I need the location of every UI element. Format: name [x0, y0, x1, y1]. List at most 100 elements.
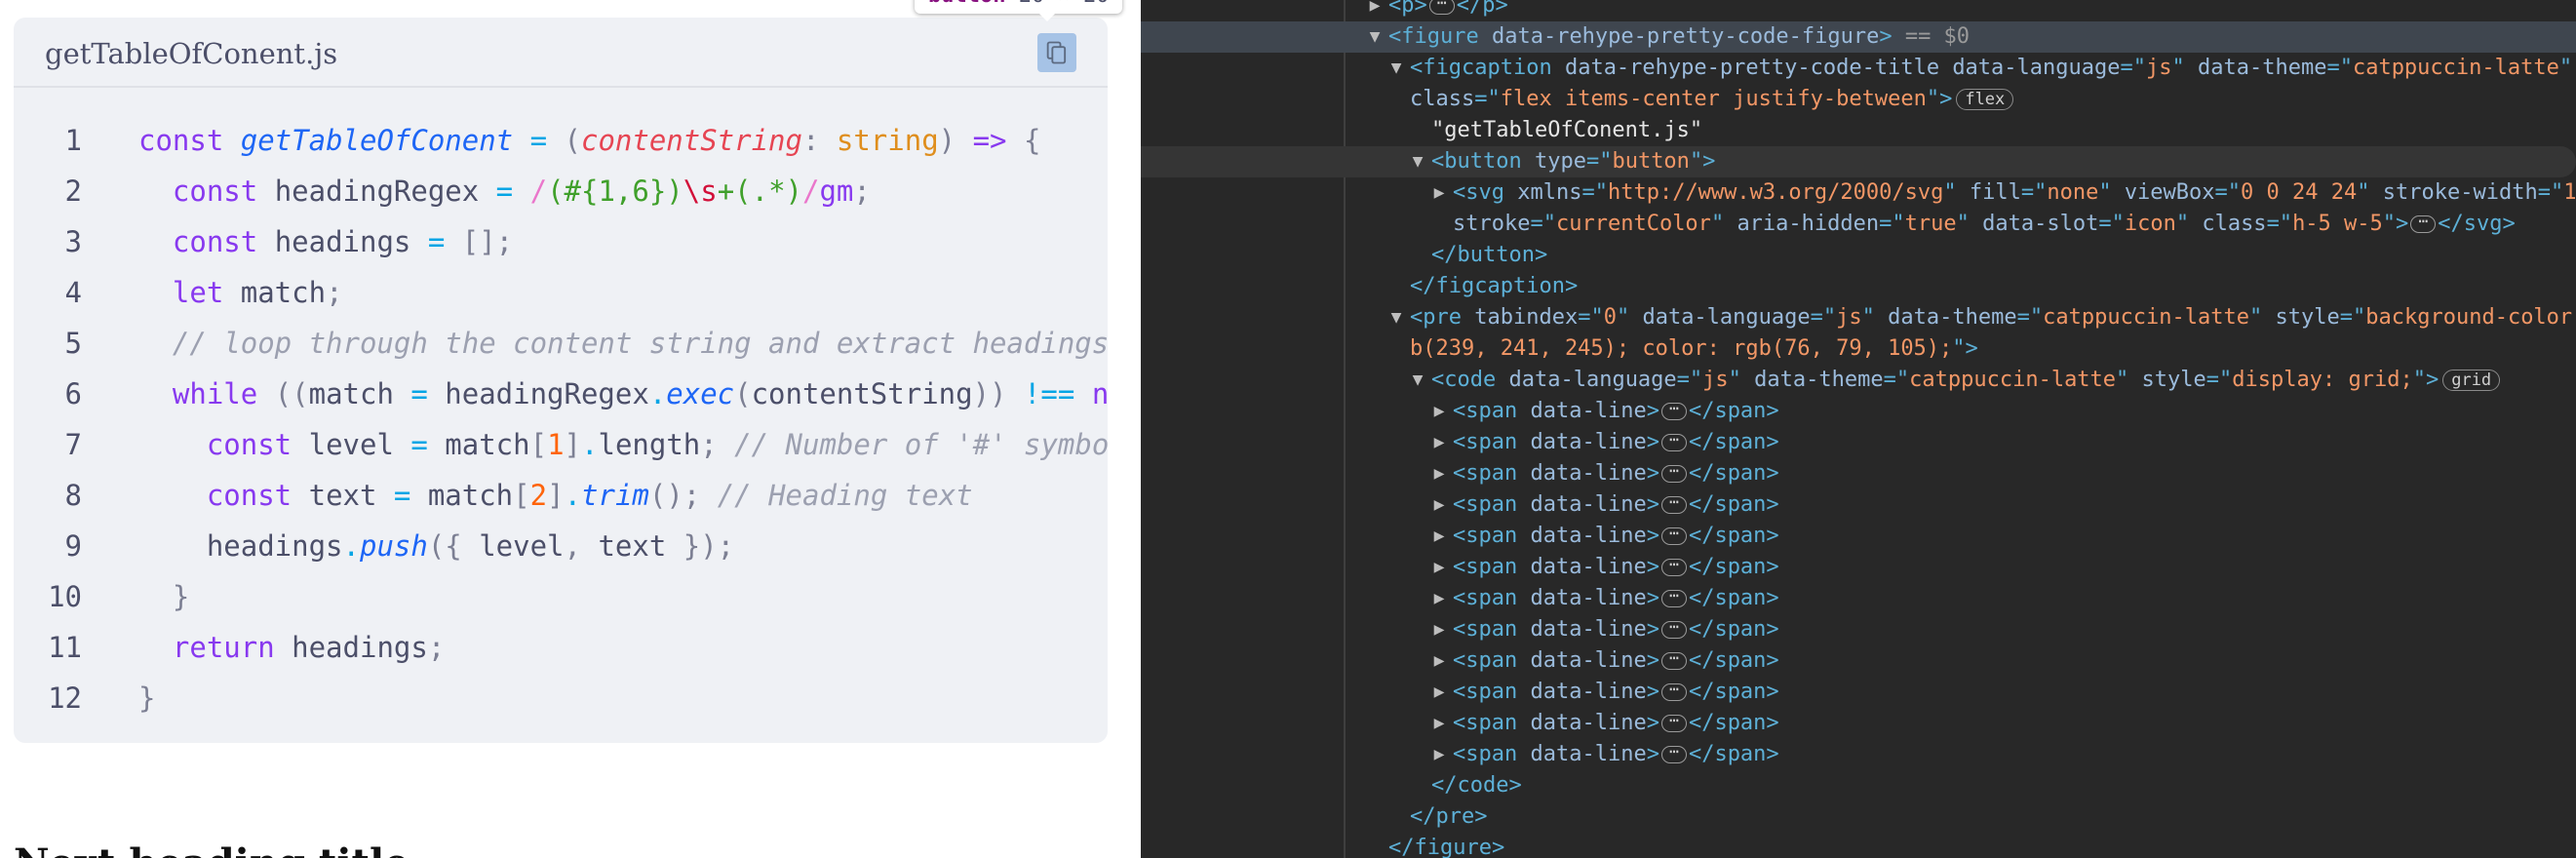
dom-token: h-5 w-5 — [2292, 212, 2383, 236]
expand-triangle-icon[interactable]: ▶ — [1429, 677, 1449, 708]
ellipsis-icon[interactable]: ⋯ — [1660, 713, 1687, 732]
code-token: ( — [564, 124, 581, 157]
dom-node-selected[interactable]: ▼ <figure data-rehype-pretty-code-figure>… — [1141, 21, 2576, 53]
dom-node[interactable]: </figure> — [1141, 833, 2576, 858]
dom-token: > — [1646, 586, 1659, 610]
dom-token: </span> — [1688, 742, 1779, 766]
ellipsis-icon[interactable]: ⋯ — [1660, 526, 1687, 545]
expand-triangle-icon[interactable]: ▶ — [1429, 739, 1449, 770]
dom-token: data-line — [1530, 586, 1647, 610]
dom-token: data-line — [1530, 555, 1647, 579]
dom-node[interactable]: </figcaption> — [1141, 271, 2576, 302]
dom-token: </span> — [1688, 617, 1779, 642]
expand-triangle-icon[interactable]: ▶ — [1429, 177, 1449, 209]
dom-token: </p> — [1456, 0, 1508, 18]
dom-node[interactable]: ▶ <span data-line> ⋯ </span> — [1141, 708, 2576, 739]
expand-triangle-icon[interactable]: ▶ — [1429, 489, 1449, 521]
expand-triangle-icon[interactable]: ▶ — [1429, 552, 1449, 583]
dom-node[interactable]: </code> — [1141, 770, 2576, 801]
dom-node[interactable]: ▶ <span data-line> ⋯ </span> — [1141, 458, 2576, 489]
dom-token: data-line — [1530, 524, 1647, 548]
dom-node[interactable]: "getTableOfConent.js" — [1141, 115, 2576, 146]
ellipsis-icon[interactable]: ⋯ — [1660, 557, 1687, 576]
expand-triangle-icon[interactable]: ▶ — [1365, 0, 1385, 21]
collapse-triangle-icon[interactable]: ▼ — [1386, 302, 1406, 333]
dom-node[interactable]: ▶ <svg xmlns="http://www.w3.org/2000/svg"… — [1141, 177, 2576, 209]
dom-node[interactable]: </button> — [1141, 240, 2576, 271]
expand-triangle-icon[interactable]: ▶ — [1429, 583, 1449, 614]
expand-triangle-icon[interactable]: ▶ — [1429, 645, 1449, 677]
expand-triangle-icon[interactable]: ▶ — [1429, 521, 1449, 552]
dom-node[interactable]: ▶ <span data-line> ⋯ </span> — [1141, 645, 2576, 677]
dom-token: <button — [1431, 149, 1535, 174]
copy-button[interactable] — [1037, 33, 1076, 72]
code-token: const — [206, 428, 309, 461]
ellipsis-icon[interactable]: ⋯ — [1660, 432, 1687, 451]
expand-triangle-icon[interactable]: ▶ — [1429, 396, 1449, 427]
dom-node[interactable]: </pre> — [1141, 801, 2576, 833]
ellipsis-icon[interactable]: ⋯ — [2410, 214, 2437, 233]
code-token: ( — [547, 175, 565, 208]
dom-node[interactable]: ▼ <code data-language="js" data-theme="ca… — [1141, 365, 2576, 396]
dom-node[interactable]: ▶ <span data-line> ⋯ </span> — [1141, 489, 2576, 521]
dom-node[interactable]: ▶ <span data-line> ⋯ </span> — [1141, 552, 2576, 583]
expand-triangle-icon[interactable]: ▶ — [1429, 458, 1449, 489]
dom-node[interactable]: ▶ <span data-line> ⋯ </span> — [1141, 583, 2576, 614]
dom-node[interactable]: ▶ <p> ⋯ </p> — [1141, 0, 2576, 21]
dom-node[interactable]: ▶ <span data-line> ⋯ </span> — [1141, 521, 2576, 552]
dom-token: <span — [1453, 555, 1531, 579]
dom-token: <span — [1453, 617, 1531, 642]
dom-token: </span> — [1688, 430, 1779, 454]
dom-token: catppuccin-latte — [1909, 368, 2117, 392]
dom-token: js — [1836, 305, 1862, 330]
dom-node[interactable]: ▶ <span data-line> ⋯ </span> — [1141, 396, 2576, 427]
dom-node[interactable]: ▶ <span data-line> ⋯ </span> — [1141, 614, 2576, 645]
dom-token: </span> — [1688, 711, 1779, 735]
dom-node[interactable]: ▶ <span data-line> ⋯ </span> — [1141, 427, 2576, 458]
dom-node-text: <figcaption data-rehype-pretty-code-titl… — [1410, 53, 2572, 84]
collapse-triangle-icon[interactable]: ▼ — [1386, 53, 1406, 84]
code-token: (); — [648, 479, 718, 512]
dom-token: =" — [2020, 180, 2048, 205]
expand-triangle-icon[interactable]: ▶ — [1429, 614, 1449, 645]
dom-node[interactable]: ▼ <figcaption data-rehype-pretty-code-tit… — [1141, 53, 2576, 84]
collapse-triangle-icon[interactable]: ▼ — [1408, 365, 1427, 396]
dom-token: =" — [1578, 305, 1604, 330]
ellipsis-icon[interactable]: ⋯ — [1660, 619, 1687, 639]
dom-node[interactable]: ▼ <button type="button"> — [1141, 146, 2576, 177]
ellipsis-icon[interactable]: ⋯ — [1660, 650, 1687, 670]
tooltip-arrow — [1035, 10, 1059, 21]
ellipsis-icon[interactable]: ⋯ — [1660, 494, 1687, 514]
layout-badge[interactable]: grid — [2442, 370, 2501, 391]
dom-node[interactable]: ▶ <span data-line> ⋯ </span> — [1141, 677, 2576, 708]
page-pane: getTableOfConent.js 1 const getTableOfCon… — [0, 0, 1141, 858]
dom-node[interactable]: ▼ <pre tabindex="0" data-language="js" da… — [1141, 302, 2576, 333]
code-token: = — [393, 479, 428, 512]
collapse-triangle-icon[interactable]: ▼ — [1365, 21, 1385, 53]
ellipsis-icon[interactable]: ⋯ — [1660, 463, 1687, 483]
ellipsis-icon[interactable]: ⋯ — [1660, 682, 1687, 701]
code-text: while ((match = headingRegex.exec(conten… — [138, 369, 1108, 419]
dom-token: js — [2146, 56, 2172, 80]
dom-token: =" — [1810, 305, 1837, 330]
code-token: length — [598, 428, 701, 461]
dom-token: <svg — [1453, 180, 1518, 205]
ellipsis-icon[interactable]: ⋯ — [1660, 588, 1687, 607]
ellipsis-icon[interactable]: ⋯ — [1428, 0, 1455, 15]
dom-node[interactable]: b(239, 241, 245); color: rgb(76, 79, 105… — [1141, 333, 2576, 365]
collapse-triangle-icon[interactable]: ▼ — [1408, 146, 1427, 177]
ellipsis-icon[interactable]: ⋯ — [1660, 744, 1687, 763]
ellipsis-icon[interactable]: ⋯ — [1660, 401, 1687, 420]
dom-token: " — [2171, 56, 2198, 80]
code-token: ({ — [427, 529, 480, 563]
dom-token: data-slot — [1982, 212, 2099, 236]
dom-token: <span — [1453, 648, 1531, 673]
dom-token: true — [1904, 212, 1957, 236]
dom-node[interactable]: class="flex items-center justify-between… — [1141, 84, 2576, 115]
layout-badge[interactable]: flex — [1956, 89, 2014, 110]
dom-node[interactable]: stroke="currentColor" aria-hidden="true"… — [1141, 209, 2576, 240]
dom-node[interactable]: ▶ <span data-line> ⋯ </span> — [1141, 739, 2576, 770]
dom-node-text: stroke="currentColor" aria-hidden="true"… — [1453, 209, 2516, 240]
expand-triangle-icon[interactable]: ▶ — [1429, 427, 1449, 458]
expand-triangle-icon[interactable]: ▶ — [1429, 708, 1449, 739]
